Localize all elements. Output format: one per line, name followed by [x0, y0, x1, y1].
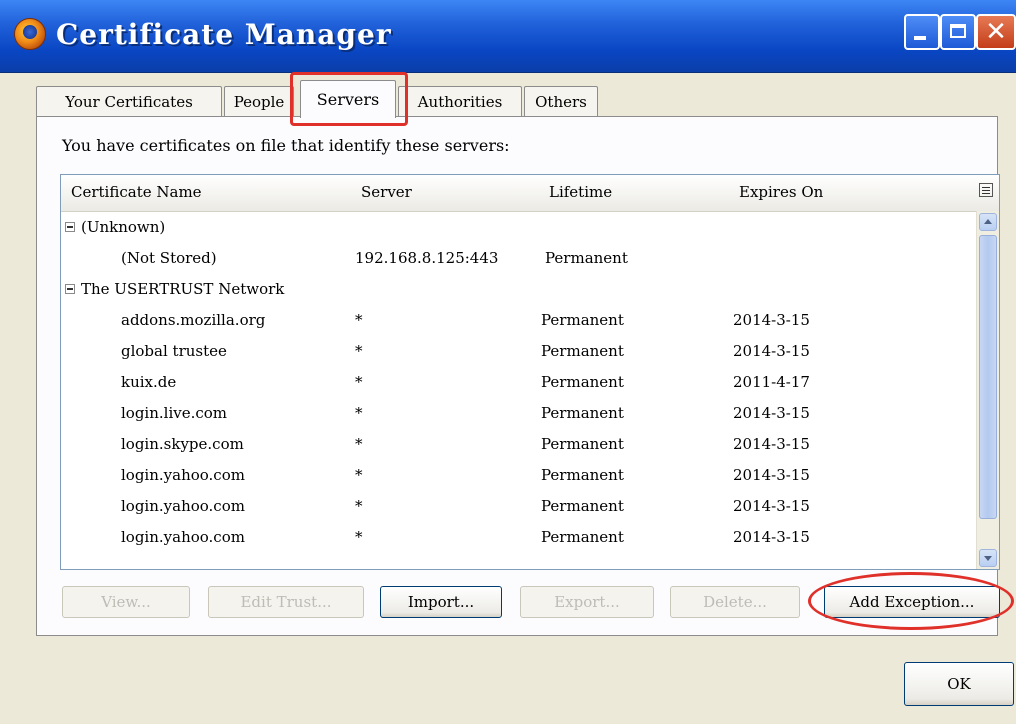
group-row[interactable]: (Unknown) [61, 212, 977, 243]
maximize-button[interactable] [940, 14, 976, 50]
tab-people[interactable]: People [224, 86, 294, 116]
import-button[interactable]: Import... [380, 586, 502, 618]
certificate-tree[interactable]: Certificate Name Server Lifetime Expires… [60, 174, 1000, 570]
certificate-manager-window: Certificate Manager ✕ Your Certificates … [0, 0, 1016, 724]
cell-lifetime: Permanent [541, 373, 624, 391]
cell-lifetime: Permanent [541, 466, 624, 484]
table-row[interactable]: login.live.com * Permanent 2014-3-15 [61, 398, 977, 429]
collapse-toggle-icon[interactable] [65, 284, 75, 294]
view-button[interactable]: View... [62, 586, 190, 618]
cell-expires: 2014-3-15 [733, 435, 810, 453]
cell-server: * [355, 435, 363, 453]
edit-trust-button[interactable]: Edit Trust... [208, 586, 364, 618]
close-icon: ✕ [985, 17, 1007, 47]
table-row[interactable]: (Not Stored) 192.168.8.125:443 Permanent [61, 243, 977, 274]
cell-server: * [355, 373, 363, 391]
window-title: Certificate Manager [56, 18, 392, 51]
cell-lifetime: Permanent [541, 528, 624, 546]
cell-expires: 2011-4-17 [733, 373, 810, 391]
cell-server: * [355, 311, 363, 329]
cell-certificate-name: login.live.com [121, 404, 228, 422]
cell-lifetime: Permanent [541, 342, 624, 360]
cell-certificate-name: kuix.de [121, 373, 177, 391]
title-bar[interactable]: Certificate Manager ✕ [0, 0, 1016, 73]
column-expires-on[interactable]: Expires On [739, 183, 823, 201]
group-label: (Unknown) [81, 218, 166, 236]
cell-lifetime: Permanent [541, 404, 624, 422]
column-certificate-name[interactable]: Certificate Name [71, 183, 202, 201]
minimize-button[interactable] [904, 14, 940, 50]
export-button[interactable]: Export... [520, 586, 654, 618]
cell-expires: 2014-3-15 [733, 342, 810, 360]
tab-your-certificates[interactable]: Your Certificates [36, 86, 222, 116]
cell-certificate-name: login.yahoo.com [121, 497, 245, 515]
cell-expires: 2014-3-15 [733, 404, 810, 422]
cell-expires: 2014-3-15 [733, 466, 810, 484]
column-lifetime[interactable]: Lifetime [549, 183, 612, 201]
cell-certificate-name: login.yahoo.com [121, 466, 245, 484]
cell-certificate-name: login.skype.com [121, 435, 244, 453]
cell-server: * [355, 342, 363, 360]
cell-server: * [355, 466, 363, 484]
table-row[interactable]: login.skype.com * Permanent 2014-3-15 [61, 429, 977, 460]
cell-expires: 2014-3-15 [733, 311, 810, 329]
cell-expires: 2014-3-15 [733, 528, 810, 546]
delete-button[interactable]: Delete... [670, 586, 800, 618]
cell-server: * [355, 497, 363, 515]
cell-certificate-name: global trustee [121, 342, 227, 360]
table-row[interactable]: login.yahoo.com * Permanent 2014-3-15 [61, 460, 977, 491]
scroll-down-icon[interactable] [979, 549, 997, 567]
tab-authorities[interactable]: Authorities [398, 86, 522, 116]
cell-lifetime: Permanent [541, 497, 624, 515]
minimize-icon [914, 36, 926, 40]
group-label: The USERTRUST Network [81, 280, 285, 298]
column-picker-icon[interactable] [979, 183, 993, 197]
cell-expires: 2014-3-15 [733, 497, 810, 515]
tab-others[interactable]: Others [524, 86, 598, 116]
firefox-icon [14, 18, 46, 50]
cell-server: * [355, 528, 363, 546]
column-header: Certificate Name Server Lifetime Expires… [61, 175, 999, 212]
cell-certificate-name: addons.mozilla.org [121, 311, 266, 329]
group-row[interactable]: The USERTRUST Network [61, 274, 977, 305]
panel-description: You have certificates on file that ident… [62, 136, 510, 155]
ok-button[interactable]: OK [904, 662, 1014, 706]
table-row[interactable]: global trustee * Permanent 2014-3-15 [61, 336, 977, 367]
maximize-icon [950, 24, 966, 38]
scroll-thumb[interactable] [979, 235, 997, 519]
cell-certificate-name: (Not Stored) [121, 249, 217, 267]
add-exception-highlight [808, 572, 1014, 630]
cell-lifetime: Permanent [541, 311, 624, 329]
collapse-toggle-icon[interactable] [65, 222, 75, 232]
servers-tab-highlight [290, 72, 408, 126]
table-row[interactable]: login.yahoo.com * Permanent 2014-3-15 [61, 491, 977, 522]
table-row[interactable]: login.yahoo.com * Permanent 2014-3-15 [61, 522, 977, 553]
table-row[interactable]: addons.mozilla.org * Permanent 2014-3-15 [61, 305, 977, 336]
vertical-scrollbar[interactable] [976, 211, 999, 569]
close-button[interactable]: ✕ [976, 14, 1016, 50]
cell-certificate-name: login.yahoo.com [121, 528, 245, 546]
column-server[interactable]: Server [361, 183, 412, 201]
cell-lifetime: Permanent [541, 435, 624, 453]
cell-server: * [355, 404, 363, 422]
cell-lifetime: Permanent [545, 249, 628, 267]
scroll-up-icon[interactable] [979, 213, 997, 231]
table-row[interactable]: kuix.de * Permanent 2011-4-17 [61, 367, 977, 398]
cell-server: 192.168.8.125:443 [355, 249, 499, 267]
